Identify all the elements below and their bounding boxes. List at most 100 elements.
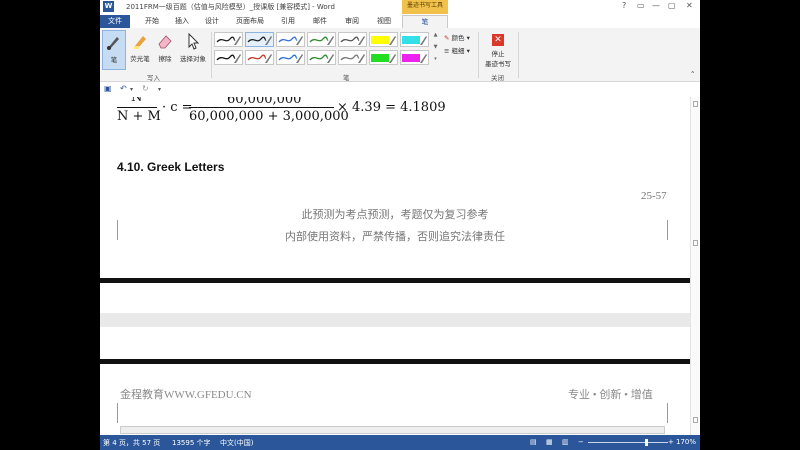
highlighter-swatch-7[interactable] [400, 32, 429, 47]
pen-thickness-button[interactable]: ≡ 粗细 ▾ [444, 45, 470, 55]
formula-denominator-right: 60,000,000 + 3,000,000 [189, 109, 349, 124]
status-bar: 第 4 页，共 57 页 13595 个字 中文(中国) ▤ ▦ ▥ − + 1… [100, 435, 700, 450]
formula-result: × 4.39 = 4.1809 [337, 100, 446, 115]
page-break [100, 278, 690, 283]
write-group-label: 写入 [147, 74, 160, 82]
pen-color-button[interactable]: ✎ 颜色 ▾ [444, 32, 470, 42]
page-gap [100, 313, 690, 327]
stop-inking-button[interactable]: ✕ 停止 墨迹书写 [482, 30, 514, 70]
horizontal-scrollbar[interactable] [120, 426, 665, 434]
formula-numerator-left: N [131, 97, 143, 105]
undo-dropdown-icon[interactable]: ▾ [130, 86, 133, 93]
divider [518, 32, 519, 78]
pen-swatch-1[interactable] [214, 32, 243, 47]
close-group-label: 关闭 [491, 74, 504, 82]
zoom-slider-thumb[interactable] [645, 439, 648, 446]
highlighter-swatch-13[interactable] [369, 50, 398, 65]
close-button[interactable]: ✕ [686, 1, 693, 10]
select-objects-button[interactable]: 选择对象 [178, 30, 208, 70]
ribbon-pens: 笔 荧光笔 擦除 选择对象 写入 ▲ ▼ ▾ ✎ 颜色 ▾ ≡ 粗细 ▾ 笔 ✕… [100, 28, 700, 82]
pen-swatch-3[interactable] [276, 32, 305, 47]
stop-inking-label-2: 墨迹书写 [485, 60, 511, 68]
help-icon[interactable]: ? [622, 1, 626, 10]
tab-home[interactable]: 开始 [140, 15, 164, 28]
collapse-ribbon-icon[interactable]: ⌃ [690, 70, 695, 78]
document-area[interactable]: N N + M · c = 60,000,000 60,000,000 + 3,… [100, 97, 690, 435]
word-window: W 2011FRM一级百题（估值与风险模型）_授课版 [兼容模式] - Word… [100, 0, 700, 450]
scroll-thumb[interactable] [693, 240, 698, 246]
tab-mailings[interactable]: 邮件 [308, 15, 332, 28]
pen-stroke-icon [278, 54, 303, 63]
zoom-slider[interactable] [588, 442, 668, 443]
zoom-level[interactable]: 170% [676, 438, 696, 446]
select-objects-label: 选择对象 [180, 55, 206, 63]
pen-swatch-4[interactable] [307, 32, 336, 47]
ribbon-display-icon[interactable]: ▭ [637, 1, 645, 10]
page-count[interactable]: 第 4 页，共 57 页 [103, 438, 160, 448]
stop-inking-label-1: 停止 [491, 50, 505, 58]
pen-tool-label: 笔 [110, 56, 118, 64]
pen-stroke-icon [371, 54, 396, 63]
notice-line-2: 内部使用资料，严禁传播，否则追究法律责任 [285, 230, 505, 243]
tab-references[interactable]: 引用 [276, 15, 300, 28]
web-layout-icon[interactable]: ▥ [562, 438, 569, 446]
footer-right: 专业 • 创新 • 增值 [568, 389, 653, 401]
pen-stroke-icon [402, 36, 427, 45]
word-count[interactable]: 13595 个字 [172, 438, 211, 448]
eraser-tool-label: 擦除 [158, 55, 172, 63]
highlighter-swatch-14[interactable] [400, 50, 429, 65]
page-corner-mark [667, 220, 675, 240]
pen-swatch-9[interactable] [245, 50, 274, 65]
tab-view[interactable]: 视图 [372, 15, 396, 28]
divider [211, 32, 212, 78]
highlighter-tool-button[interactable]: 荧光笔 [128, 30, 152, 70]
gallery-scroll-down-icon[interactable]: ▼ [432, 44, 439, 50]
tab-page-layout[interactable]: 页面布局 [232, 15, 268, 28]
customize-qat-icon[interactable]: ▾ [158, 86, 161, 93]
language[interactable]: 中文(中国) [220, 438, 253, 448]
tab-file[interactable]: 文件 [100, 15, 130, 28]
pen-swatch-10[interactable] [276, 50, 305, 65]
highlighter-swatch-6[interactable] [369, 32, 398, 47]
pen-swatch-11[interactable] [307, 50, 336, 65]
maximize-button[interactable]: ▢ [668, 1, 676, 10]
gallery-scroll-up-icon[interactable]: ▲ [432, 32, 439, 38]
eraser-icon [158, 35, 172, 49]
pen-swatch-2[interactable] [245, 32, 274, 47]
formula-denominator-left: N + M [117, 109, 161, 124]
pen-stroke-icon [371, 36, 396, 45]
section-heading: 4.10. Greek Letters [117, 160, 225, 174]
pens-group-label: 笔 [343, 74, 350, 82]
page-break [100, 359, 690, 364]
pen-stroke-icon [247, 36, 272, 45]
pen-swatch-8[interactable] [214, 50, 243, 65]
tab-design[interactable]: 设计 [200, 15, 224, 28]
notice-line-1: 此预测为考点预测，考题仅为复习参考 [301, 208, 489, 221]
pen-tool-button[interactable]: 笔 [102, 30, 126, 70]
pen-swatch-12[interactable] [338, 50, 367, 65]
eraser-tool-button[interactable]: 擦除 [154, 30, 176, 70]
vertical-scrollbar[interactable] [690, 97, 700, 435]
pen-stroke-icon [278, 36, 303, 45]
quick-access-toolbar: ▣ ↶ ▾ ↻ ▾ [100, 83, 700, 97]
tab-pens[interactable]: 笔 [402, 15, 448, 28]
pen-swatch-5[interactable] [338, 32, 367, 47]
undo-icon[interactable]: ↶ [120, 84, 127, 93]
zoom-out-icon[interactable]: − [578, 438, 584, 446]
title-bar: W 2011FRM一级百题（估值与风险模型）_授课版 [兼容模式] - Word… [100, 0, 700, 15]
tab-insert[interactable]: 插入 [170, 15, 194, 28]
zoom-in-icon[interactable]: + [668, 438, 674, 446]
minimize-button[interactable]: — [652, 1, 660, 10]
gallery-more-icon[interactable]: ▾ [432, 56, 439, 62]
stop-icon: ✕ [492, 34, 504, 46]
redo-icon[interactable]: ↻ [142, 84, 149, 93]
fraction-bar [189, 107, 334, 108]
tab-review[interactable]: 审阅 [340, 15, 364, 28]
save-icon[interactable]: ▣ [104, 84, 112, 93]
scroll-thumb[interactable] [693, 101, 698, 107]
highlighter-tool-label: 荧光笔 [130, 55, 150, 63]
read-mode-icon[interactable]: ▤ [530, 438, 537, 446]
print-layout-icon[interactable]: ▦ [546, 438, 553, 446]
scroll-thumb[interactable] [693, 417, 698, 423]
page-corner-mark [110, 220, 118, 240]
